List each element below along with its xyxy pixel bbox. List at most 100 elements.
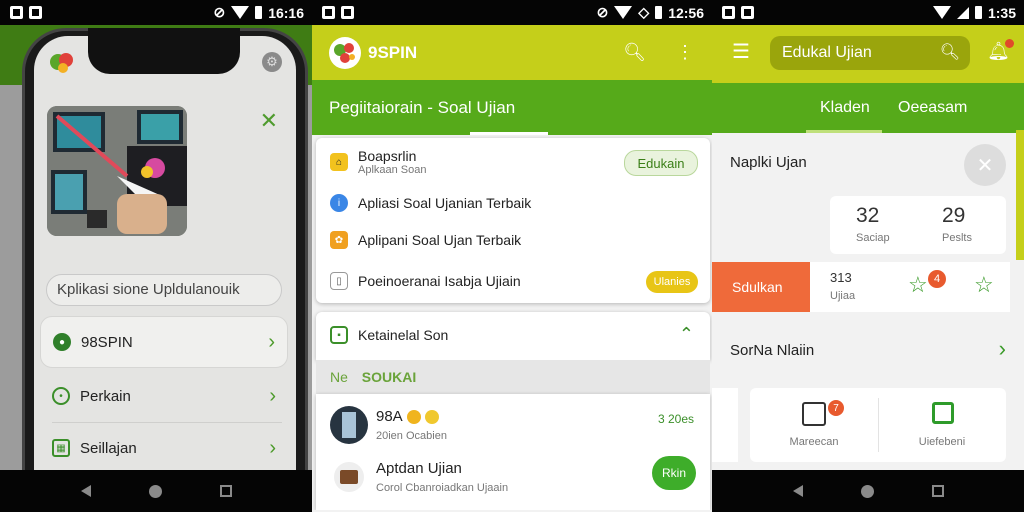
chevron-right-icon: › <box>998 336 1006 361</box>
calendar-icon: ▦ <box>52 439 70 457</box>
app-title: 9SPIN <box>368 42 418 62</box>
section-icon: ▪ <box>330 326 348 344</box>
dropdown-item[interactable]: ▯ Poeinoeranai Isabja Ujiain <box>330 272 521 290</box>
section-header[interactable]: ▪ Ketainelal Son ⌃ <box>316 312 710 360</box>
row-link[interactable]: SorNa Nlaiin › <box>712 322 1024 378</box>
coin-icon <box>406 409 421 424</box>
page-subtitle: Pegiitaiorain - Soal Ujian <box>329 98 516 117</box>
settings-icon[interactable]: ⚙ <box>262 52 282 72</box>
count-badge: 4 <box>928 270 946 288</box>
target-icon: • <box>52 387 70 405</box>
dropdown-item[interactable]: i Apliasi Soal Ujanian Terbaik <box>330 194 531 212</box>
chevron-right-icon: › <box>269 384 276 407</box>
more-vertical-icon[interactable]: ⋮ <box>676 42 694 63</box>
menu-item-label: Perkain <box>80 387 131 405</box>
close-icon[interactable]: ✕ <box>964 144 1006 186</box>
status-time: 1:35 <box>987 4 1016 21</box>
document-icon <box>802 402 826 426</box>
save-icon <box>932 402 954 424</box>
status-bar: ⊘ 16:16 <box>0 0 312 25</box>
home-icon: ⌂ <box>330 153 348 171</box>
notification-icon <box>741 6 754 19</box>
dropdown-item-label: Apliasi Soal Ujanian Terbaik <box>358 195 532 211</box>
list-item-title-text: 98A <box>376 408 403 425</box>
search-input[interactable]: Kplikasi sione Upldulanouik <box>46 274 282 306</box>
list-item-title[interactable]: 98A <box>376 408 439 425</box>
back-icon[interactable] <box>792 485 803 497</box>
notification-dot <box>1005 39 1014 48</box>
status-bar: 1:35 <box>712 0 1024 25</box>
dropdown-item[interactable]: ✿ Aplipani Soal Ujan Terbaik <box>330 231 521 249</box>
spin-icon: ● <box>53 333 71 351</box>
briefcase-icon <box>334 462 364 492</box>
stat-value: 32 <box>856 204 880 227</box>
search-icon[interactable]: 🔍︎ <box>623 42 646 63</box>
battery-icon <box>655 6 663 19</box>
app-icon: ✿ <box>330 231 348 249</box>
notification-icon <box>722 6 735 19</box>
section-sub-label: Ne <box>330 369 348 385</box>
close-icon[interactable]: ✕ <box>260 108 278 134</box>
stat-value: 29 <box>942 204 966 227</box>
home-icon[interactable] <box>148 484 162 498</box>
menu-icon[interactable]: ☰ <box>732 39 750 64</box>
star-icon[interactable]: ☆ <box>908 272 928 298</box>
list-item-sub: 20ien Ocabien <box>376 430 447 442</box>
app-bar: ☰ Edukal Ujian 🔍︎ 🔔︎ <box>712 25 1024 83</box>
expand-icon[interactable]: ⌃ <box>679 324 694 345</box>
home-icon[interactable] <box>860 484 874 498</box>
back-icon[interactable] <box>80 485 91 497</box>
alarm-icon: ⊘ <box>213 4 226 20</box>
tab-kladen[interactable]: Kladen <box>820 99 870 117</box>
android-navbar <box>0 470 312 512</box>
menu-item-perkain[interactable]: • Perkain › <box>40 370 288 422</box>
menu-item-98spin[interactable]: ● 98SPIN › <box>40 316 288 368</box>
tile-value: 313 <box>830 270 852 285</box>
app-bar: 9SPIN 🔍︎ ⋮ <box>312 25 712 80</box>
wifi-icon <box>932 6 951 19</box>
panel-app-menu: ⊘ ◇ 12:56 9SPIN 🔍︎ ⋮ Pegiitaiorain - Soa… <box>312 0 712 512</box>
alarm-icon: ⊘ <box>596 4 609 20</box>
star-icon[interactable]: ☆ <box>974 272 994 298</box>
panel-dashboard: 1:35 ☰ Edukal Ujian 🔍︎ 🔔︎ Kladen Oeeasam… <box>712 0 1024 512</box>
list-item-sub: Corol Cbanroiadkan Ujaain <box>376 482 509 494</box>
wifi-icon <box>231 6 250 19</box>
stats-card: 32 Saciap 29 Peslts <box>830 196 1006 254</box>
bottom-item-uiefebeni[interactable]: Uiefebeni <box>878 388 1006 462</box>
section-title: Ketainelal Son <box>358 327 449 343</box>
status-bar: ⊘ ◇ 12:56 <box>312 0 712 25</box>
tab-oeeasam[interactable]: Oeeasam <box>898 99 967 117</box>
phone-notch <box>88 28 240 74</box>
diamond-icon: ◇ <box>638 4 650 20</box>
row-label: SorNa Nlaiin <box>730 342 815 359</box>
list-item-title[interactable]: Aptdan Ujian <box>376 460 462 477</box>
search-icon: 🔍︎ <box>939 44 960 61</box>
tab-indicator <box>806 130 882 133</box>
item-list: 98A 20ien Ocabien 3 20es Aptdan Ujian Co… <box>316 394 710 510</box>
status-time: 12:56 <box>668 4 704 21</box>
status-badge: Ulanies <box>646 271 698 293</box>
search-input[interactable]: Edukal Ujian 🔍︎ <box>770 36 970 70</box>
app-logo-icon <box>329 36 361 69</box>
notification-icon <box>29 6 42 19</box>
doc-icon: ▯ <box>330 272 348 290</box>
bottom-card: 7 Mareecan Uiefebeni <box>750 388 1006 462</box>
dropdown-header-sub: Aplkaan Soan <box>358 164 427 176</box>
edukain-badge[interactable]: Edukain <box>624 150 698 176</box>
phone-screen: ⚙ ✕ Kplikasi sione Upldulanouik ● 98SPIN… <box>34 36 296 470</box>
bottom-item-mareecan[interactable]: 7 Mareecan <box>750 388 878 462</box>
screenshot-root: ⊘ 16:16 ⚙ ✕ Kplikasi sione Upldulanouik … <box>0 0 1024 512</box>
action-button[interactable]: Rkin <box>652 456 696 490</box>
search-text: Edukal Ujian <box>782 44 872 61</box>
info-icon: i <box>330 194 348 212</box>
menu-item-seillajan[interactable]: ▦ Seillajan › <box>40 422 288 470</box>
orange-tile[interactable]: Sdulkan <box>712 262 810 312</box>
count-badge: 7 <box>828 400 844 416</box>
recents-icon[interactable] <box>219 485 232 497</box>
recents-icon[interactable] <box>931 485 944 497</box>
app-logo-icon <box>50 53 73 73</box>
panel-phone-mockup: ⊘ 16:16 ⚙ ✕ Kplikasi sione Upldulanouik … <box>0 0 312 512</box>
tab-indicator <box>470 132 548 135</box>
notification-icon <box>341 6 354 19</box>
avatar <box>330 406 368 444</box>
